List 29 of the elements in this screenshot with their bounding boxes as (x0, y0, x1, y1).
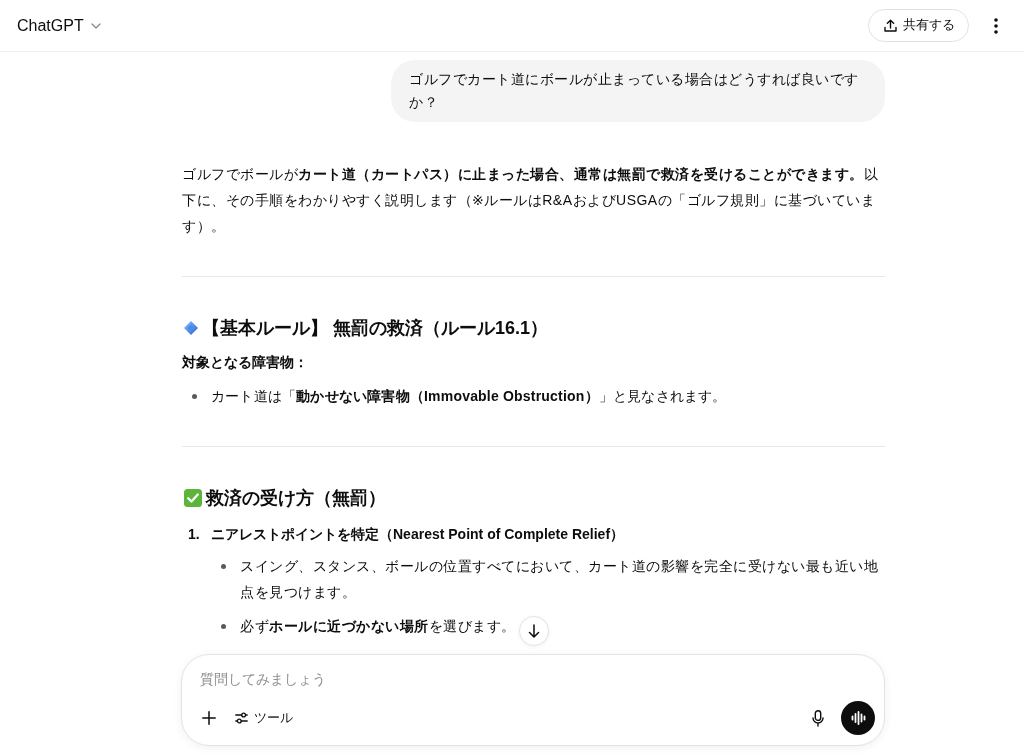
bullet-icon (221, 623, 226, 629)
vertical-dots-icon (994, 17, 998, 34)
list-item-text: カート道は「動かせない障害物（Immovable Obstruction）」と見なされます。 (211, 387, 727, 406)
sliders-icon (235, 712, 248, 724)
voice-mode-button[interactable] (841, 701, 875, 735)
checkmark-icon (184, 489, 202, 507)
answer-paragraph: ゴルフでボールがカート道（カートパス）に止まった場合、通常は無罰で救済を受けることができます。以下に、その手順をわかりやすく説明します（※ルールはR&AおよびUSGAの「ゴルフ規則」に基づいています）。 (182, 165, 879, 236)
section-heading: 救済の受け方（無罰） (206, 487, 386, 510)
upload-icon (884, 19, 897, 32)
list-number: 1. (188, 525, 200, 544)
plus-icon (202, 711, 216, 725)
chevron-down-icon (90, 22, 101, 29)
sound-wave-icon (850, 711, 866, 725)
diamond-icon (184, 321, 198, 335)
user-message-bubble: ゴルフでカート道にボールが止まっている場合はどうすれば良いですか？ (391, 60, 885, 122)
scroll-down-button[interactable] (518, 616, 549, 646)
down-arrow-icon (527, 624, 540, 638)
list-item-text: 必ずホールに近づかない場所を選びます。 (240, 617, 516, 636)
bullet-icon (192, 393, 197, 399)
list-item-text: スイング、スタンス、ボールの位置すべてにおいて、カート道の影響を完全に受けない最も近い地点を見つけます。 (240, 557, 879, 602)
subheading-text: 対象となる障害物： (182, 353, 308, 372)
list-item-text: ニアレストポイントを特定（Nearest Point of Complete Relief） (211, 525, 625, 544)
share-button[interactable]: 共有する (868, 9, 969, 42)
section-heading: 【基本ルール】 無罰の救済（ルール16.1） (202, 317, 549, 340)
model-menu-button[interactable]: ChatGPT (17, 12, 101, 39)
bullet-icon (221, 563, 226, 569)
message-input[interactable]: 質問してみましょう (200, 667, 500, 691)
microphone-icon (812, 709, 824, 727)
tools-button[interactable]: ツール (229, 704, 299, 732)
